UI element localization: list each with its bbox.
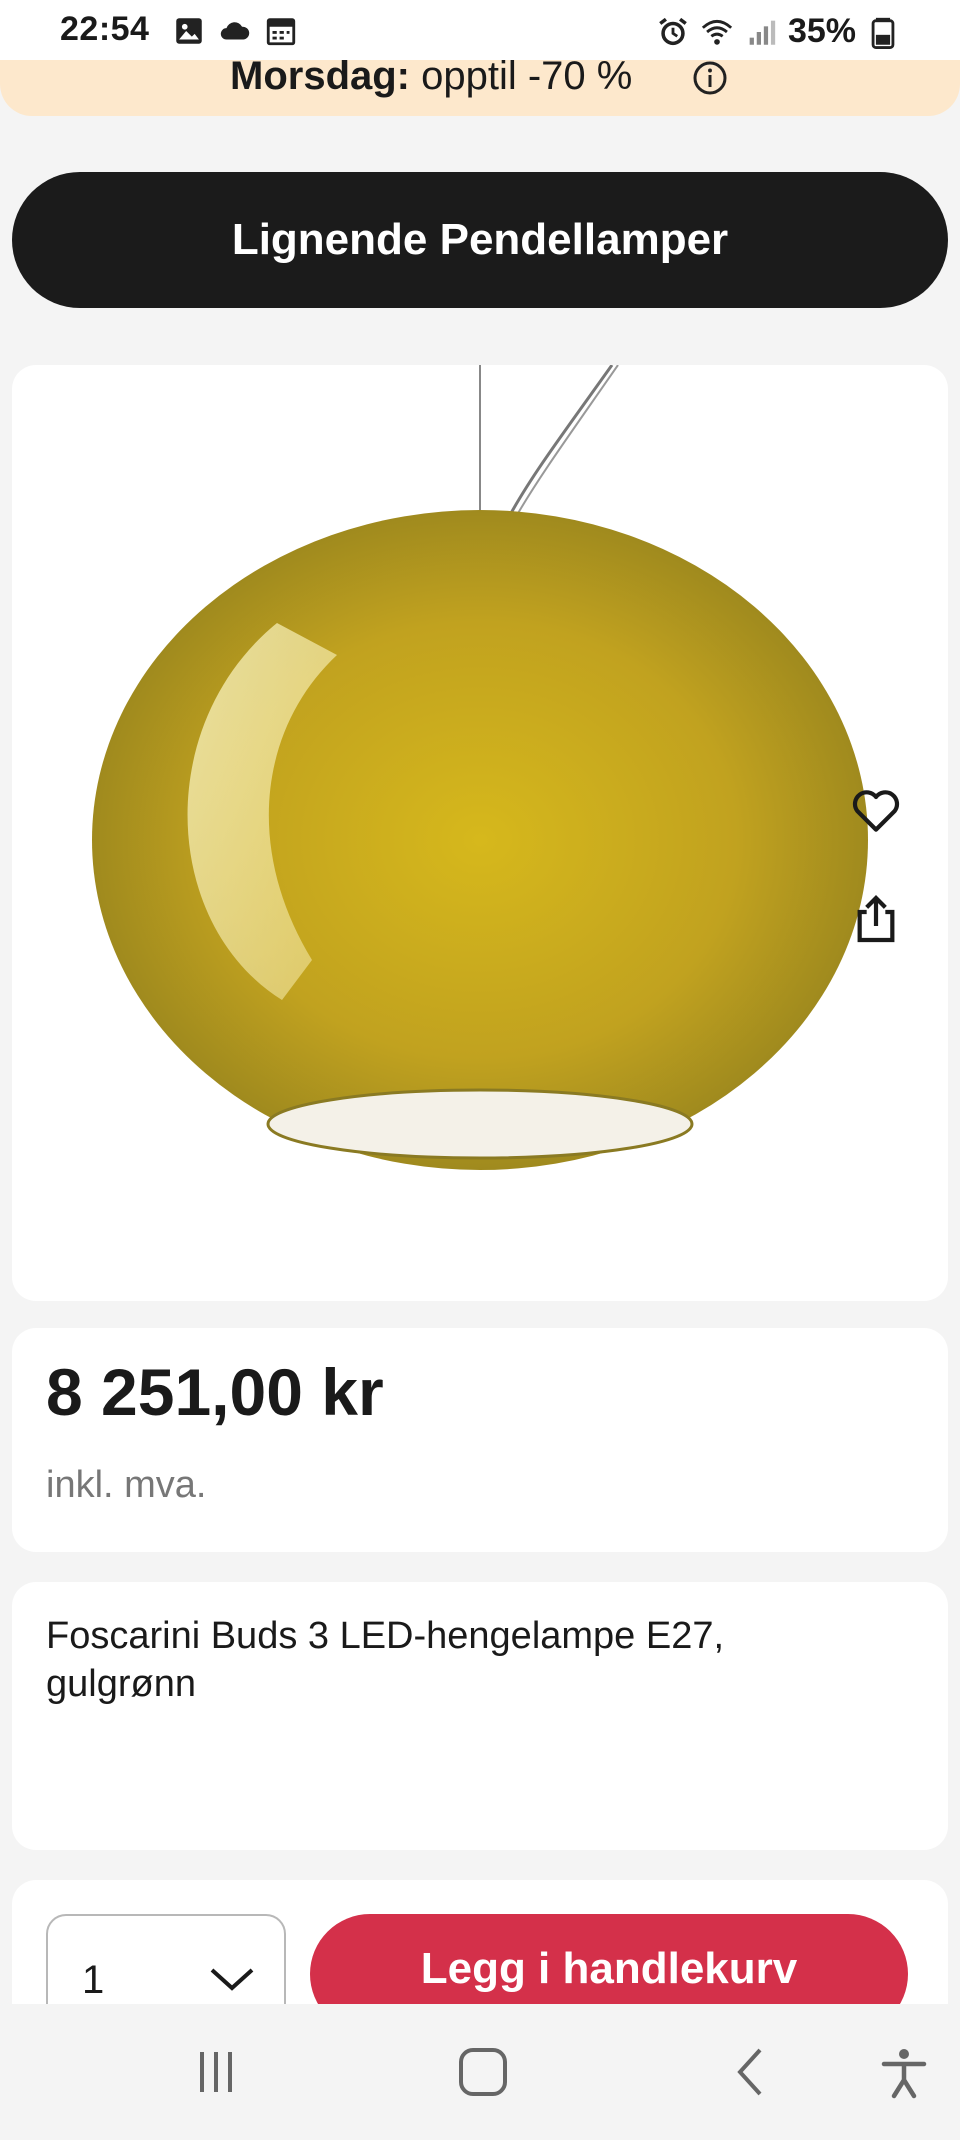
accessibility-icon[interactable] [874, 2042, 934, 2102]
promo-text: Morsdag: opptil -70 % [230, 60, 632, 99]
promo-value: opptil -70 % [421, 60, 633, 98]
cloud-icon [220, 22, 250, 40]
vat-note: inkl. mva. [46, 1464, 207, 1506]
status-icons-left [172, 14, 298, 48]
share-icon[interactable] [848, 891, 904, 947]
calendar-icon [266, 18, 296, 46]
product-title: Foscarini Buds 3 LED-hengelampe E27, gul… [46, 1615, 725, 1705]
recent-apps-icon[interactable] [186, 2042, 246, 2102]
status-time: 22:54 [60, 10, 150, 48]
price-card: 8 251,00 kr inkl. mva. [12, 1328, 948, 1552]
battery-percent: 35% [787, 12, 856, 50]
chevron-down-icon [210, 1968, 254, 1991]
similar-pendant-lamps-button[interactable]: Lignende Pendellamper [12, 172, 948, 308]
product-title-card: Foscarini Buds 3 LED-hengelampe E27, gul… [12, 1582, 948, 1850]
system-nav-bar [0, 2004, 960, 2140]
signal-icon [749, 20, 776, 45]
product-image-card[interactable] [12, 365, 948, 1301]
quantity-value: 1 [82, 1958, 105, 2002]
product-price: 8 251,00 kr [46, 1355, 384, 1429]
battery-icon [871, 17, 895, 49]
product-image [92, 365, 868, 1170]
gallery-icon [176, 18, 202, 44]
wifi-icon [701, 19, 733, 45]
back-icon[interactable] [722, 2042, 782, 2102]
home-icon[interactable] [453, 2042, 513, 2102]
info-icon[interactable] [692, 60, 728, 96]
promo-banner[interactable]: Morsdag: opptil -70 % [0, 60, 960, 116]
status-bar: 22:54 35% [0, 0, 960, 60]
promo-label: Morsdag: [230, 60, 410, 98]
status-icons-right: 35% [656, 12, 900, 51]
heart-icon[interactable] [848, 783, 904, 839]
alarm-icon [659, 17, 687, 45]
